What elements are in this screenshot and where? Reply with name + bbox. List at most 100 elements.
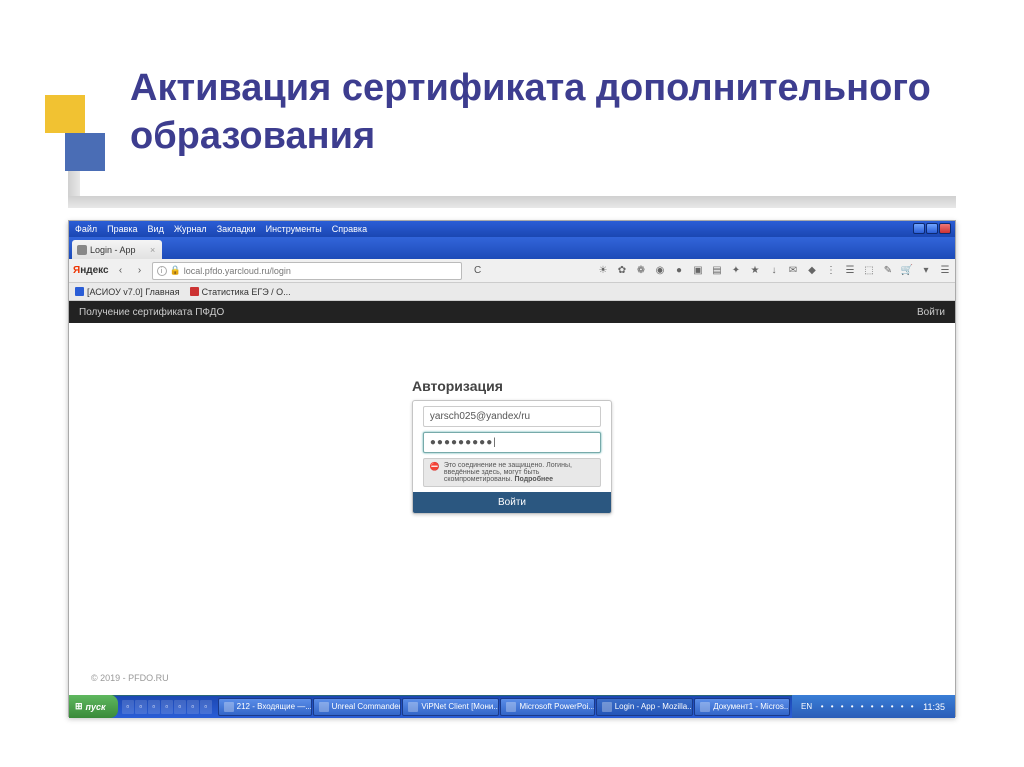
site-info-icon[interactable]: i bbox=[157, 266, 167, 276]
auth-title: Авторизация bbox=[412, 378, 612, 394]
toolbar-extension-icon[interactable]: ◆ bbox=[806, 265, 818, 277]
bookmark-icon bbox=[190, 287, 199, 296]
taskbar-task[interactable]: Unreal Commander bbox=[313, 698, 402, 716]
bookmark-label: [АСИОУ v7.0] Главная bbox=[87, 287, 180, 297]
tab-favicon-icon bbox=[77, 245, 87, 255]
tray-icon[interactable]: • bbox=[837, 702, 847, 712]
taskbar-tasks: 212 - Входящие —...Unreal Commander ViPNe… bbox=[216, 698, 792, 716]
browser-tab[interactable]: Login - App × bbox=[72, 240, 162, 259]
tray-icon[interactable]: • bbox=[867, 702, 877, 712]
toolbar-extension-icon[interactable]: ⋮ bbox=[825, 265, 837, 277]
task-label: Microsoft PowerPoi... bbox=[519, 702, 594, 711]
tray-icon[interactable]: • bbox=[907, 702, 917, 712]
toolbar-extension-icon[interactable]: ✎ bbox=[882, 265, 894, 277]
firefox-navbar: ЯЯндексндекс ‹ › i 🔒 local.pfdo.yarcloud… bbox=[69, 259, 955, 283]
bookmark-item[interactable]: Статистика ЕГЭ / О... bbox=[190, 287, 291, 297]
taskbar-task[interactable]: 212 - Входящие —... bbox=[218, 698, 312, 716]
toolbar-extension-icon[interactable]: ↓ bbox=[768, 265, 780, 277]
tray-icon[interactable]: • bbox=[877, 702, 887, 712]
email-field[interactable] bbox=[423, 406, 601, 427]
menu-view[interactable]: Вид bbox=[148, 224, 164, 234]
clock[interactable]: 11:35 bbox=[919, 702, 949, 712]
tray-icon[interactable]: • bbox=[817, 702, 827, 712]
submit-button[interactable]: Войти bbox=[413, 492, 611, 513]
taskbar-task[interactable]: Login - App - Mozilla... bbox=[596, 698, 694, 716]
slide-deco-yellow bbox=[45, 95, 85, 133]
toolbar-extension-icon[interactable]: ▣ bbox=[692, 265, 704, 277]
bookmarks-bar: [АСИОУ v7.0] Главная Статистика ЕГЭ / О.… bbox=[69, 283, 955, 301]
password-field[interactable] bbox=[423, 432, 601, 453]
minimize-button[interactable] bbox=[913, 223, 925, 234]
toolbar-extension-icon[interactable]: 🛒 bbox=[901, 265, 913, 277]
toolbar-extension-icon[interactable]: ⬚ bbox=[863, 265, 875, 277]
bookmark-item[interactable]: [АСИОУ v7.0] Главная bbox=[75, 287, 180, 297]
quicklaunch-icon[interactable]: ▫ bbox=[187, 700, 199, 714]
close-button[interactable] bbox=[939, 223, 951, 234]
quicklaunch-icon[interactable]: ▫ bbox=[174, 700, 186, 714]
start-label: пуск bbox=[86, 702, 106, 712]
toolbar-extension-icon[interactable]: ✦ bbox=[730, 265, 742, 277]
quicklaunch-icon[interactable]: ▫ bbox=[148, 700, 160, 714]
quicklaunch-icon[interactable]: ▫ bbox=[122, 700, 134, 714]
menu-history[interactable]: Журнал bbox=[174, 224, 207, 234]
start-button[interactable]: ⊞ пуск bbox=[69, 695, 118, 718]
quicklaunch-icon[interactable]: ▫ bbox=[200, 700, 212, 714]
slide-deco-blue bbox=[65, 133, 105, 171]
task-label: Login - App - Mozilla... bbox=[615, 702, 694, 711]
toolbar-extension-icon[interactable]: ❁ bbox=[635, 265, 647, 277]
toolbar-extension-icon[interactable]: ✿ bbox=[616, 265, 628, 277]
toolbar-extension-icon[interactable]: ✉ bbox=[787, 265, 799, 277]
quick-launch: ▫▫▫▫▫▫▫ bbox=[118, 700, 216, 714]
tray-icon[interactable]: • bbox=[857, 702, 867, 712]
tab-close-icon[interactable]: × bbox=[150, 246, 158, 254]
toolbar-extension-icon[interactable]: ▾ bbox=[920, 265, 932, 277]
bookmark-label: Статистика ЕГЭ / О... bbox=[202, 287, 291, 297]
tray-icon[interactable]: • bbox=[897, 702, 907, 712]
task-app-icon bbox=[602, 702, 612, 712]
toolbar-extension-icon[interactable]: ▤ bbox=[711, 265, 723, 277]
taskbar-task[interactable]: ViPNet Client [Мони... bbox=[402, 698, 499, 716]
page-footer: © 2019 - PFDO.RU bbox=[91, 673, 169, 683]
refresh-button[interactable]: С bbox=[471, 264, 485, 278]
taskbar-task[interactable]: Документ1 - Micros... bbox=[694, 698, 790, 716]
page-header: Получение сертификата ПФДО Войти bbox=[69, 301, 955, 323]
address-bar[interactable]: i 🔒 local.pfdo.yarcloud.ru/login bbox=[152, 262, 462, 280]
warning-icon: ⛔ bbox=[430, 462, 440, 483]
menu-edit[interactable]: Правка bbox=[107, 224, 137, 234]
windows-taskbar: ⊞ пуск ▫▫▫▫▫▫▫ 212 - Входящие —...Unreal… bbox=[69, 695, 955, 718]
forward-button[interactable]: › bbox=[133, 264, 147, 278]
slide-deco-bar bbox=[68, 196, 956, 208]
bookmark-icon bbox=[75, 287, 84, 296]
toolbar-extension-icon[interactable]: ☀ bbox=[597, 265, 609, 277]
task-app-icon bbox=[408, 702, 418, 712]
back-button[interactable]: ‹ bbox=[114, 264, 128, 278]
maximize-button[interactable] bbox=[926, 223, 938, 234]
windows-logo-icon: ⊞ bbox=[75, 701, 83, 712]
tray-icon[interactable]: • bbox=[847, 702, 857, 712]
menu-bookmarks[interactable]: Закладки bbox=[217, 224, 256, 234]
lock-icon: 🔒 bbox=[170, 265, 181, 276]
page-login-link[interactable]: Войти bbox=[917, 307, 945, 318]
menu-help[interactable]: Справка bbox=[332, 224, 367, 234]
task-app-icon bbox=[506, 702, 516, 712]
quicklaunch-icon[interactable]: ▫ bbox=[161, 700, 173, 714]
task-app-icon bbox=[224, 702, 234, 712]
browser-screenshot: Файл Правка Вид Журнал Закладки Инструме… bbox=[68, 220, 956, 717]
tray-icon[interactable]: • bbox=[887, 702, 897, 712]
toolbar-extension-icon[interactable]: ● bbox=[673, 265, 685, 277]
menu-tools[interactable]: Инструменты bbox=[266, 224, 322, 234]
task-label: ViPNet Client [Мони... bbox=[421, 702, 499, 711]
language-indicator[interactable]: EN bbox=[798, 702, 815, 711]
quicklaunch-icon[interactable]: ▫ bbox=[135, 700, 147, 714]
toolbar-extension-icon[interactable]: ★ bbox=[749, 265, 761, 277]
tab-title: Login - App bbox=[90, 245, 136, 255]
menu-file[interactable]: Файл bbox=[75, 224, 97, 234]
taskbar-task[interactable]: Microsoft PowerPoi... bbox=[500, 698, 594, 716]
toolbar-extension-icon[interactable]: ◉ bbox=[654, 265, 666, 277]
toolbar-extension-icon[interactable]: ☰ bbox=[844, 265, 856, 277]
auth-box: Авторизация ⛔ Это соединение не защищено… bbox=[412, 378, 612, 514]
firefox-tabbar: Login - App × bbox=[69, 237, 955, 259]
toolbar-extension-icon[interactable]: ☰ bbox=[939, 265, 951, 277]
tray-icon[interactable]: • bbox=[827, 702, 837, 712]
toolbar-extensions: ☀ ✿ ❁ ◉ ● ▣ ▤ ✦ ★ ↓ ✉ ◆ ⋮ ☰ ⬚ ✎ 🛒 ▾ ☰ bbox=[597, 265, 951, 277]
